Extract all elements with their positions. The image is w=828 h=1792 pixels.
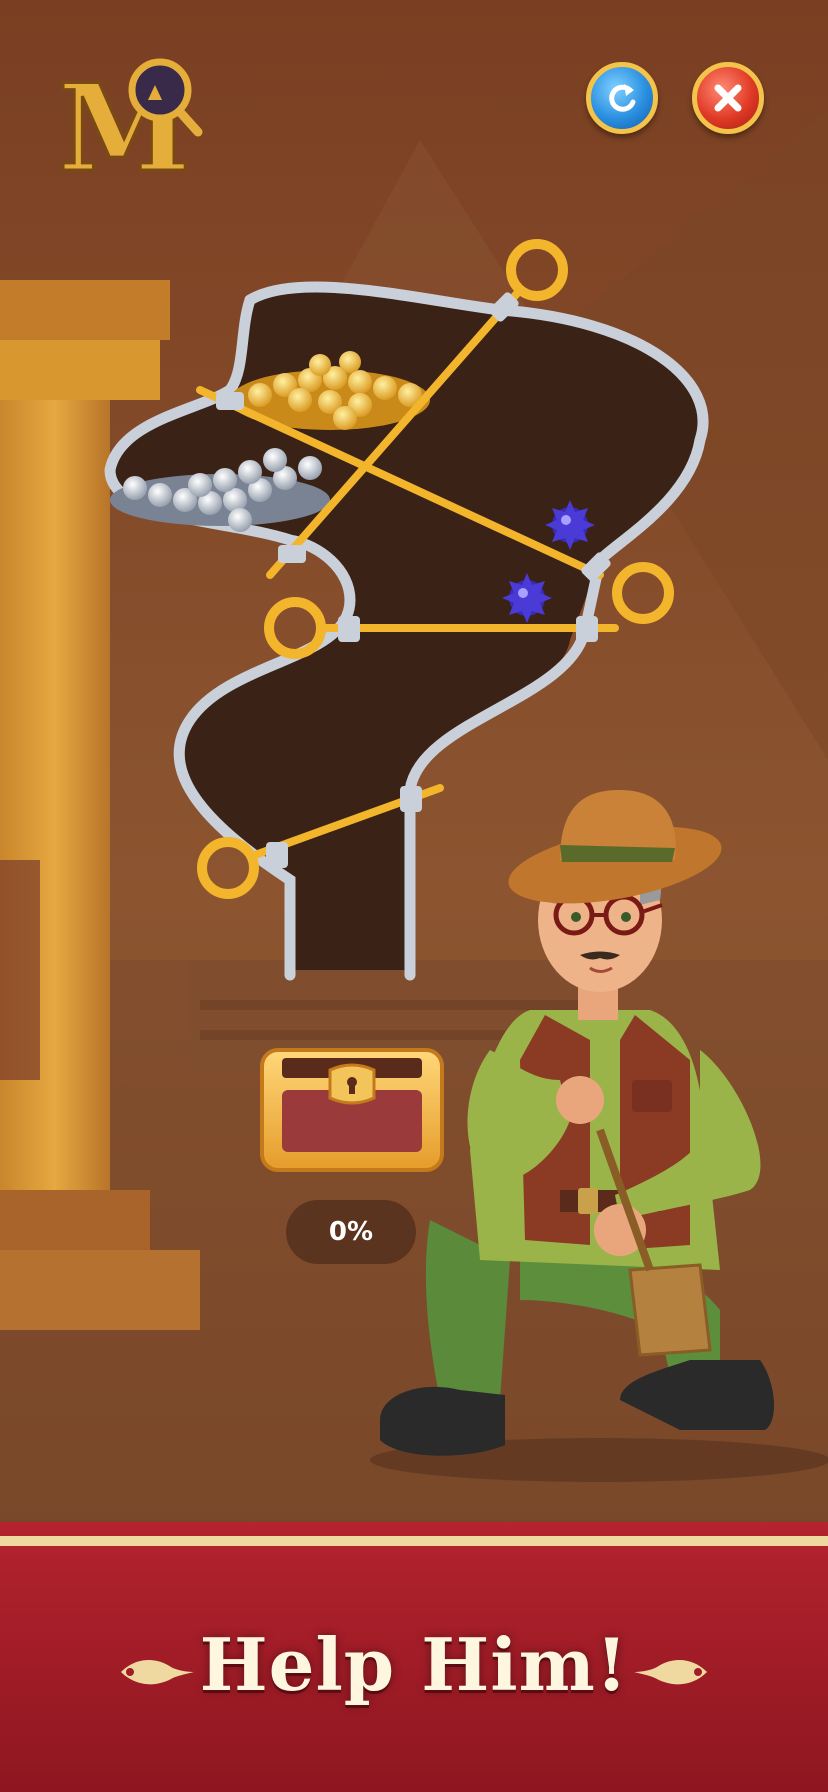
close-x-icon (714, 84, 742, 112)
restart-arrow-icon (609, 84, 636, 112)
banner-stripe (0, 1536, 828, 1546)
game-logo: M (57, 57, 203, 201)
treasure-chest (260, 1048, 444, 1172)
progress-text: 0% (328, 1217, 374, 1247)
close-button[interactable] (692, 62, 764, 134)
stair-step (200, 1000, 600, 1010)
right-flourish-ornament (634, 1660, 707, 1685)
help-banner: Help Him! (0, 1522, 828, 1792)
progress-indicator: 0% (286, 1200, 416, 1264)
restart-button[interactable] (586, 62, 658, 134)
